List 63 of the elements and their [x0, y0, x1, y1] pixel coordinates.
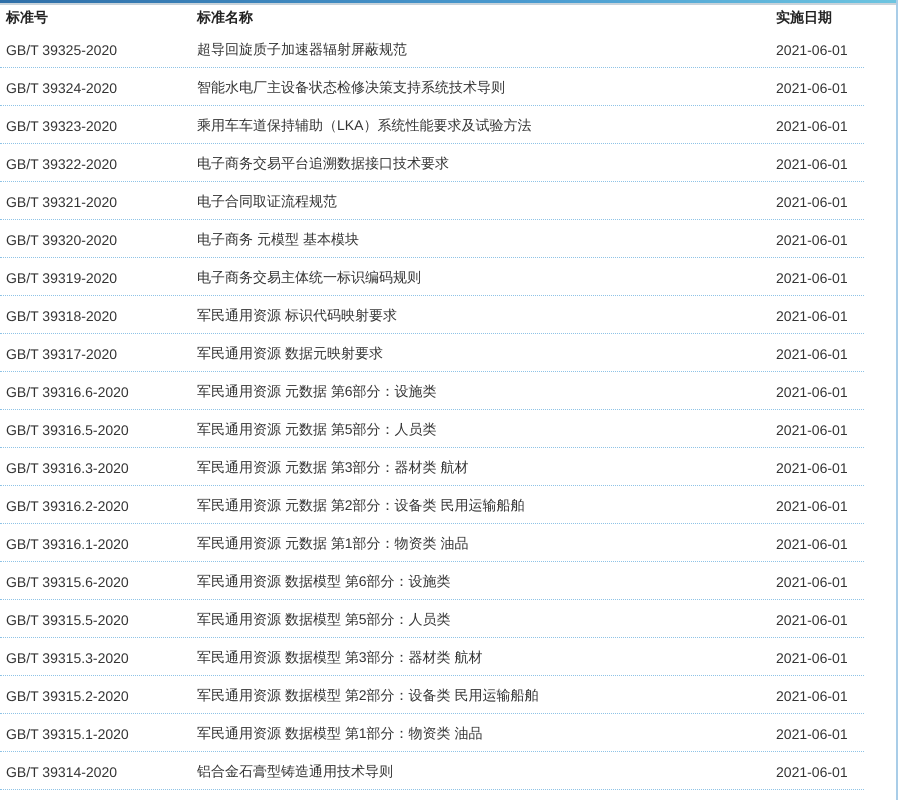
implementation-date: 2021-06-01: [775, 534, 849, 552]
implementation-date: 2021-06-01: [775, 230, 849, 248]
standard-title[interactable]: 军民通用资源 元数据 第5部分：人员类: [197, 418, 770, 438]
implementation-date: 2021-06-01: [775, 420, 849, 438]
standard-title[interactable]: 超导回旋质子加速器辐射屏蔽规范: [197, 38, 770, 58]
standard-code: GB/T 39320-2020: [5, 230, 118, 248]
standard-code: GB/T 39316.3-2020: [5, 458, 130, 476]
standard-code: GB/T 39324-2020: [5, 78, 118, 96]
standard-title[interactable]: 电子商务交易平台追溯数据接口技术要求: [197, 152, 770, 172]
implementation-date: 2021-06-01: [775, 648, 849, 666]
implementation-date: 2021-06-01: [775, 382, 849, 400]
implementation-date: 2021-06-01: [775, 268, 849, 286]
column-header: 标准号: [4, 8, 49, 26]
standard-title[interactable]: 军民通用资源 数据模型 第1部分：物资类 油品: [197, 722, 770, 742]
standard-code: GB/T 39316.1-2020: [5, 534, 130, 552]
standard-code: GB/T 39321-2020: [5, 192, 118, 210]
implementation-date: 2021-06-01: [775, 762, 849, 780]
implementation-date: 2021-06-01: [775, 458, 849, 476]
standard-title[interactable]: 铝合金石膏型铸造通用技术导则: [197, 760, 770, 780]
implementation-date: 2021-06-01: [775, 344, 849, 362]
standard-title[interactable]: 乘用车车道保持辅助（LKA）系统性能要求及试验方法: [197, 114, 770, 134]
standard-code: GB/T 39316.6-2020: [5, 382, 130, 400]
implementation-date: 2021-06-01: [775, 78, 849, 96]
implementation-date: 2021-06-01: [775, 686, 849, 704]
standard-title[interactable]: 军民通用资源 标识代码映射要求: [197, 304, 770, 324]
standard-title[interactable]: 军民通用资源 数据模型 第5部分：人员类: [197, 608, 770, 628]
standard-code: GB/T 39315.2-2020: [5, 686, 130, 704]
standard-title[interactable]: 电子商务 元模型 基本模块: [197, 228, 770, 248]
standard-title[interactable]: 军民通用资源 元数据 第2部分：设备类 民用运输船舶: [197, 494, 770, 514]
implementation-date: 2021-06-01: [775, 724, 849, 742]
implementation-date: 2021-06-01: [775, 154, 849, 172]
column-header: 实施日期: [775, 8, 833, 26]
standard-title[interactable]: 智能水电厂主设备状态检修决策支持系统技术导则: [197, 76, 770, 96]
standard-code: GB/T 39315.1-2020: [5, 724, 130, 742]
standard-title[interactable]: 军民通用资源 数据元映射要求: [197, 342, 770, 362]
standard-code: GB/T 39325-2020: [5, 40, 118, 58]
implementation-date: 2021-06-01: [775, 496, 849, 514]
implementation-date: 2021-06-01: [775, 610, 849, 628]
standard-code: GB/T 39315.5-2020: [5, 610, 130, 628]
standard-code: GB/T 39322-2020: [5, 154, 118, 172]
implementation-date: 2021-06-01: [775, 40, 849, 58]
implementation-date: 2021-06-01: [775, 306, 849, 324]
standard-code: GB/T 39316.5-2020: [5, 420, 130, 438]
implementation-date: 2021-06-01: [775, 192, 849, 210]
standard-title[interactable]: 电子合同取证流程规范: [197, 190, 770, 210]
column-header: 标准名称: [197, 8, 254, 26]
standard-code: GB/T 39315.6-2020: [5, 572, 130, 590]
implementation-date: 2021-06-01: [775, 116, 849, 134]
standard-title[interactable]: 军民通用资源 数据模型 第2部分：设备类 民用运输船舶: [197, 684, 770, 704]
standard-code: GB/T 39318-2020: [5, 306, 118, 324]
standard-title[interactable]: 军民通用资源 元数据 第1部分：物资类 油品: [197, 532, 770, 552]
standard-title[interactable]: 军民通用资源 数据模型 第6部分：设施类: [197, 570, 770, 590]
standard-code: GB/T 39323-2020: [5, 116, 118, 134]
standard-code: GB/T 39315.3-2020: [5, 648, 130, 666]
standard-code: GB/T 39319-2020: [5, 268, 118, 286]
implementation-date: 2021-06-01: [775, 572, 849, 590]
standard-code: GB/T 39314-2020: [5, 762, 118, 780]
standard-title[interactable]: 军民通用资源 数据模型 第3部分：器材类 航材: [197, 646, 770, 666]
standard-title[interactable]: 军民通用资源 元数据 第3部分：器材类 航材: [197, 456, 770, 476]
standard-code: GB/T 39316.2-2020: [5, 496, 130, 514]
standard-title[interactable]: 电子商务交易主体统一标识编码规则: [197, 266, 770, 286]
standard-title[interactable]: 军民通用资源 元数据 第6部分：设施类: [197, 380, 770, 400]
standard-code: GB/T 39317-2020: [5, 344, 118, 362]
